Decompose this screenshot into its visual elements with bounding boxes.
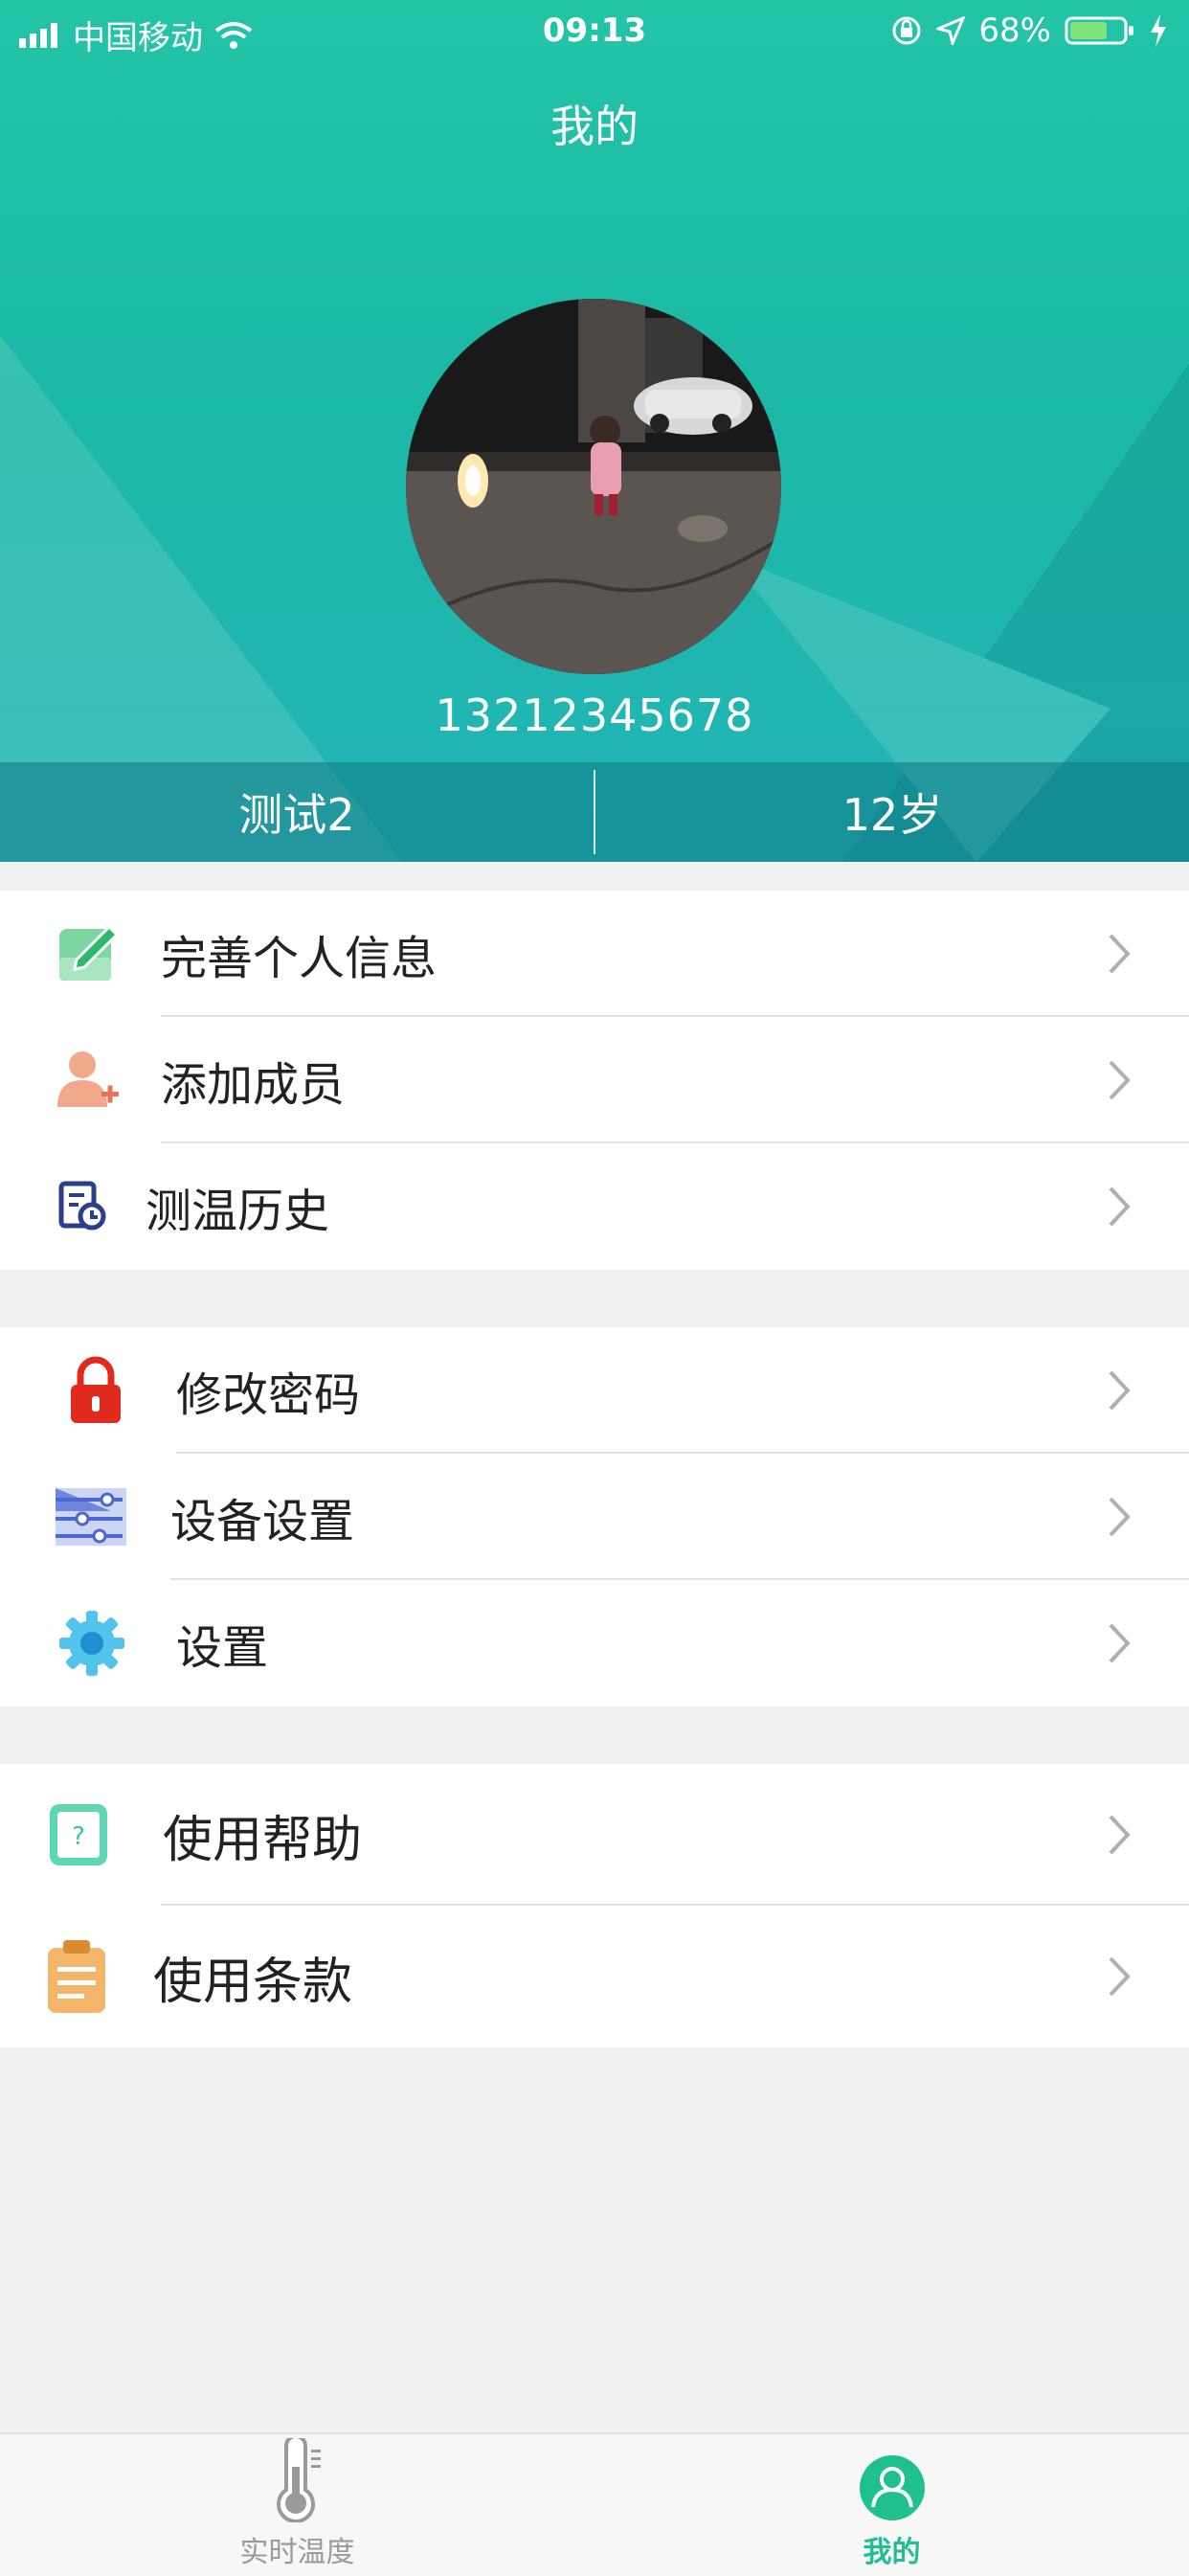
location-icon [936,16,966,45]
menu-item-device-settings[interactable]: 设备设置 [0,1454,1189,1580]
menu-item-help[interactable]: ? 使用帮助 [0,1764,1189,1906]
menu-item-label: 完善个人信息 [161,932,437,985]
tab-label: 我的 [863,2536,921,2569]
profile-icon [859,2455,925,2520]
member-age[interactable]: 12岁 [595,762,1189,862]
profile-info-bar: 测试2 12岁 [0,762,1189,862]
chevron-right-icon [1109,1060,1131,1100]
menu-group-help: ? 使用帮助 使用条款 [0,1764,1189,2047]
history-icon [46,1172,115,1241]
member-name[interactable]: 测试2 [0,762,594,862]
orientation-lock-icon [892,16,921,45]
chevron-right-icon [1109,1815,1131,1855]
status-bar: 中国移动 09:13 68% [0,0,1189,61]
device-settings-icon [54,1482,128,1551]
chevron-right-icon [1109,1186,1131,1227]
chevron-right-icon [1109,1623,1131,1663]
avatar[interactable] [406,299,781,674]
avatar-photo [406,299,781,674]
chevron-right-icon [1109,1956,1131,1997]
phone-number: 13212345678 [435,689,754,741]
tab-label: 实时温度 [239,2536,355,2569]
menu-group-profile: 完善个人信息 添加成员 测温历史 [0,891,1189,1270]
menu-item-complete-profile[interactable]: 完善个人信息 [0,891,1189,1017]
menu-item-temperature-history[interactable]: 测温历史 [0,1143,1189,1270]
page-title: 我的 [550,101,639,152]
menu-item-label: 使用条款 [153,1953,353,2011]
menu-item-label: 使用帮助 [163,1811,363,1869]
tab-profile[interactable]: 我的 [594,2434,1189,2576]
chevron-right-icon [1109,934,1131,974]
gear-icon [57,1609,126,1678]
menu-item-add-member[interactable]: 添加成员 [0,1017,1189,1143]
tab-bar: 实时温度 我的 [0,2432,1189,2576]
charging-icon [1151,14,1166,47]
add-member-icon [54,1046,123,1115]
edit-profile-icon [54,919,123,988]
menu-item-label: 修改密码 [176,1368,361,1422]
menu-item-change-password[interactable]: 修改密码 [0,1327,1189,1454]
profile-header: 中国移动 09:13 68% 我的 13212345678 测试2 12岁 [0,0,1189,862]
help-icon: ? [44,1800,113,1869]
svg-text:?: ? [72,1822,85,1851]
menu-item-terms[interactable]: 使用条款 [0,1906,1189,2047]
clipboard-icon [42,1940,111,2013]
battery-percent: 68% [978,11,1051,50]
menu-item-settings[interactable]: 设置 [0,1580,1189,1706]
chevron-right-icon [1109,1497,1131,1537]
battery-icon [1065,16,1133,45]
tab-realtime-temperature[interactable]: 实时温度 [0,2434,594,2576]
menu-item-label: 添加成员 [161,1058,346,1112]
menu-item-label: 设备设置 [170,1495,355,1548]
chevron-right-icon [1109,1370,1131,1411]
menu-group-settings: 修改密码 设备设置 设置 [0,1327,1189,1706]
menu-item-label: 设置 [176,1621,269,1675]
thermometer-icon [276,2438,321,2522]
menu-item-label: 测温历史 [146,1185,330,1238]
lock-icon [61,1356,130,1425]
